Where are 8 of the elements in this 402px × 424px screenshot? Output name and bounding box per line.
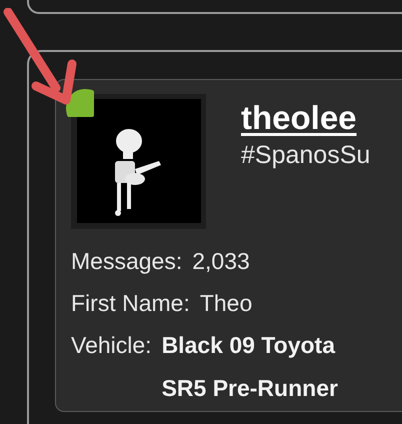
field-value: Theo	[200, 289, 252, 318]
username-link[interactable]: theolee	[241, 98, 357, 138]
field-label: First Name:	[71, 289, 190, 318]
field-value: Black 09 Toyota SR5 Pre-Runner	[162, 331, 338, 403]
field-label: Vehicle:	[71, 331, 152, 360]
field-value: 2,033	[192, 247, 250, 276]
user-title: #SpanosSu	[241, 140, 370, 171]
field-label: Messages:	[71, 247, 182, 276]
